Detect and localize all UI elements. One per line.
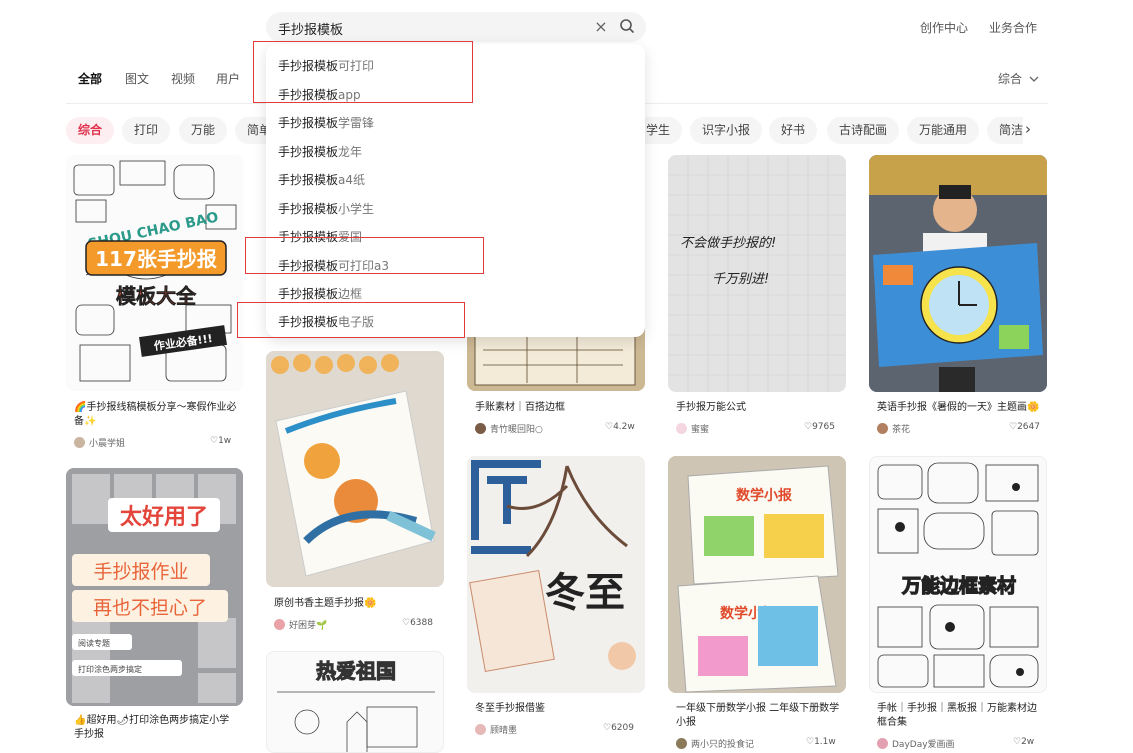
chip-print[interactable]: 打印 xyxy=(122,117,171,144)
sort-label: 综合 xyxy=(998,72,1023,86)
card-author[interactable]: DayDay爱画画 xyxy=(877,737,955,750)
card-author[interactable]: 好困芽🌱 xyxy=(274,618,327,631)
avatar xyxy=(676,738,687,749)
chip-good-books[interactable]: 好书 xyxy=(769,117,818,144)
highlight-box xyxy=(237,302,465,338)
chip-literacy[interactable]: 识字小报 xyxy=(690,117,763,144)
card-image[interactable]: SHOU CHAO BAO 117张手抄报 模板大全 作业必备!!! xyxy=(66,155,243,391)
image-text: 数学小报 xyxy=(736,487,792,504)
chip-poem-art[interactable]: 古诗配画 xyxy=(827,117,900,144)
creator-center-link[interactable]: 创作中心 xyxy=(920,19,968,36)
avatar xyxy=(475,423,486,434)
suggestion-item[interactable]: 手抄报模板边框 xyxy=(278,285,362,302)
card-caption[interactable]: 冬至手抄报借鉴 xyxy=(475,702,640,716)
search-bar[interactable]: 手抄报模板 × xyxy=(266,12,646,42)
card-caption[interactable]: 原创书香主题手抄报🌼 xyxy=(274,597,439,611)
suggestion-item[interactable]: 手抄报模板龙年 xyxy=(278,143,362,160)
card-caption[interactable]: 🌈手抄报线稿模板分享～寒假作业必备✨ xyxy=(74,401,239,429)
card-image[interactable]: 热爱祖国 xyxy=(266,651,444,753)
avatar xyxy=(676,423,687,434)
like-count[interactable]: ♡2647 xyxy=(1009,422,1040,432)
image-text: 千万别进! xyxy=(712,272,769,287)
suggestion-item[interactable]: 手抄报模板a4纸 xyxy=(278,171,365,188)
clear-icon[interactable]: × xyxy=(592,17,610,36)
search-input[interactable]: 手抄报模板 xyxy=(278,19,343,38)
like-count[interactable]: ♡2w xyxy=(1013,737,1034,747)
tab-notes[interactable]: 图文 xyxy=(125,70,149,87)
chip-universal-general[interactable]: 万能通用 xyxy=(907,117,980,144)
image-text: 打印涂色两步搞定 xyxy=(78,664,142,674)
tab-all[interactable]: 全部 xyxy=(78,70,102,87)
note-card[interactable]: 热爱祖国 xyxy=(266,651,444,753)
suggestion-item[interactable]: 手抄报模板小学生 xyxy=(278,200,374,217)
image-text: 再也不担心了 xyxy=(93,597,207,619)
card-image[interactable]: 冬至 xyxy=(467,456,645,693)
card-caption[interactable]: 手帐｜手抄报｜黑板报｜万能素材边框合集 xyxy=(877,702,1045,730)
card-image[interactable] xyxy=(266,351,444,587)
sort-select[interactable]: 综合 xyxy=(998,70,1039,87)
card-image[interactable]: 太好用了 手抄报作业 再也不担心了 阅读专题 打印涂色两步搞定 xyxy=(66,468,243,706)
like-count[interactable]: ♡1.1w xyxy=(806,737,836,747)
card-caption[interactable]: 手账素材｜百搭边框 xyxy=(475,401,640,415)
image-text: 万能边框素材 xyxy=(901,574,1016,597)
note-card[interactable]: 英语手抄报《暑假的一天》主题画🌼 茶花 ♡2647 xyxy=(869,155,1047,440)
note-card[interactable]: SHOU CHAO BAO 117张手抄报 模板大全 作业必备!!! 🌈手抄报线… xyxy=(66,155,243,455)
business-link[interactable]: 业务合作 xyxy=(989,19,1037,36)
card-caption[interactable]: 👍超好用🌶打印涂色两步搞定小学手抄报 xyxy=(74,714,239,742)
card-author[interactable]: 青竹暖回阳○ xyxy=(475,422,543,435)
highlight-box xyxy=(253,41,473,103)
image-text: 117张手抄报 xyxy=(95,247,217,271)
avatar xyxy=(274,619,285,630)
chevron-down-icon xyxy=(1029,76,1039,82)
image-text: 热爱祖国 xyxy=(316,659,396,683)
like-count[interactable]: ♡4.2w xyxy=(605,422,635,432)
note-card[interactable]: 数学小报 数学小报 一年级下册数学小报 二年级下册数学小报 两小只的投食记 ♡1… xyxy=(668,456,846,753)
avatar xyxy=(877,738,888,749)
card-author[interactable]: 顾晴墨 xyxy=(475,723,517,736)
card-caption[interactable]: 英语手抄报《暑假的一天》主题画🌼 xyxy=(877,401,1045,415)
image-text: 太好用了 xyxy=(120,504,208,530)
card-caption[interactable]: 手抄报万能公式 xyxy=(676,401,841,415)
highlight-box xyxy=(245,237,484,274)
card-caption[interactable]: 一年级下册数学小报 二年级下册数学小报 xyxy=(676,702,844,730)
image-text: 模板大全 xyxy=(116,284,197,308)
like-count[interactable]: ♡1w xyxy=(210,436,231,446)
image-text: 阅读专题 xyxy=(78,638,110,648)
like-count[interactable]: ♡9765 xyxy=(804,422,835,432)
search-icon[interactable] xyxy=(618,17,636,35)
image-text: 冬至 xyxy=(545,570,625,616)
note-card[interactable]: 万能边框素材 手帐｜手抄报｜黑板报｜万能素材边框合集 DayDay爱画画 ♡2w xyxy=(869,456,1047,753)
card-author[interactable]: 茶花 xyxy=(877,422,910,435)
card-image[interactable]: 万能边框素材 xyxy=(869,456,1047,693)
note-card[interactable]: 原创书香主题手抄报🌼 好困芽🌱 ♡6388 xyxy=(266,351,444,636)
note-card[interactable]: 太好用了 手抄报作业 再也不担心了 阅读专题 打印涂色两步搞定 👍超好用🌶打印涂… xyxy=(66,468,243,753)
card-author[interactable]: 两小只的投食记 xyxy=(676,737,754,750)
chip-overall[interactable]: 综合 xyxy=(66,117,115,144)
image-text: 不会做手抄报的! xyxy=(680,236,776,251)
note-card[interactable]: 不会做手抄报的! 千万别进! 手抄报万能公式 蜜蜜 ♡9765 xyxy=(668,155,846,440)
avatar xyxy=(74,437,85,448)
card-image[interactable]: 不会做手抄报的! 千万别进! xyxy=(668,155,846,392)
tab-users[interactable]: 用户 xyxy=(216,70,240,87)
card-author[interactable]: 小晨学姐 xyxy=(74,436,125,449)
suggestion-item[interactable]: 手抄报模板学雷锋 xyxy=(278,114,374,131)
like-count[interactable]: ♡6388 xyxy=(402,618,433,628)
card-image[interactable]: 数学小报 数学小报 xyxy=(668,456,846,693)
chevron-right-icon[interactable]: › xyxy=(1025,120,1031,138)
image-text: 手抄报作业 xyxy=(93,561,188,583)
like-count[interactable]: ♡6209 xyxy=(603,723,634,733)
avatar xyxy=(877,423,888,434)
note-card[interactable]: 冬至 冬至手抄报借鉴 顾晴墨 ♡6209 xyxy=(467,456,645,741)
card-author[interactable]: 蜜蜜 xyxy=(676,422,709,435)
chip-universal[interactable]: 万能 xyxy=(179,117,228,144)
chip-concise[interactable]: 简洁 xyxy=(987,117,1023,144)
tab-video[interactable]: 视频 xyxy=(171,70,195,87)
card-image[interactable] xyxy=(869,155,1047,392)
avatar xyxy=(475,724,486,735)
